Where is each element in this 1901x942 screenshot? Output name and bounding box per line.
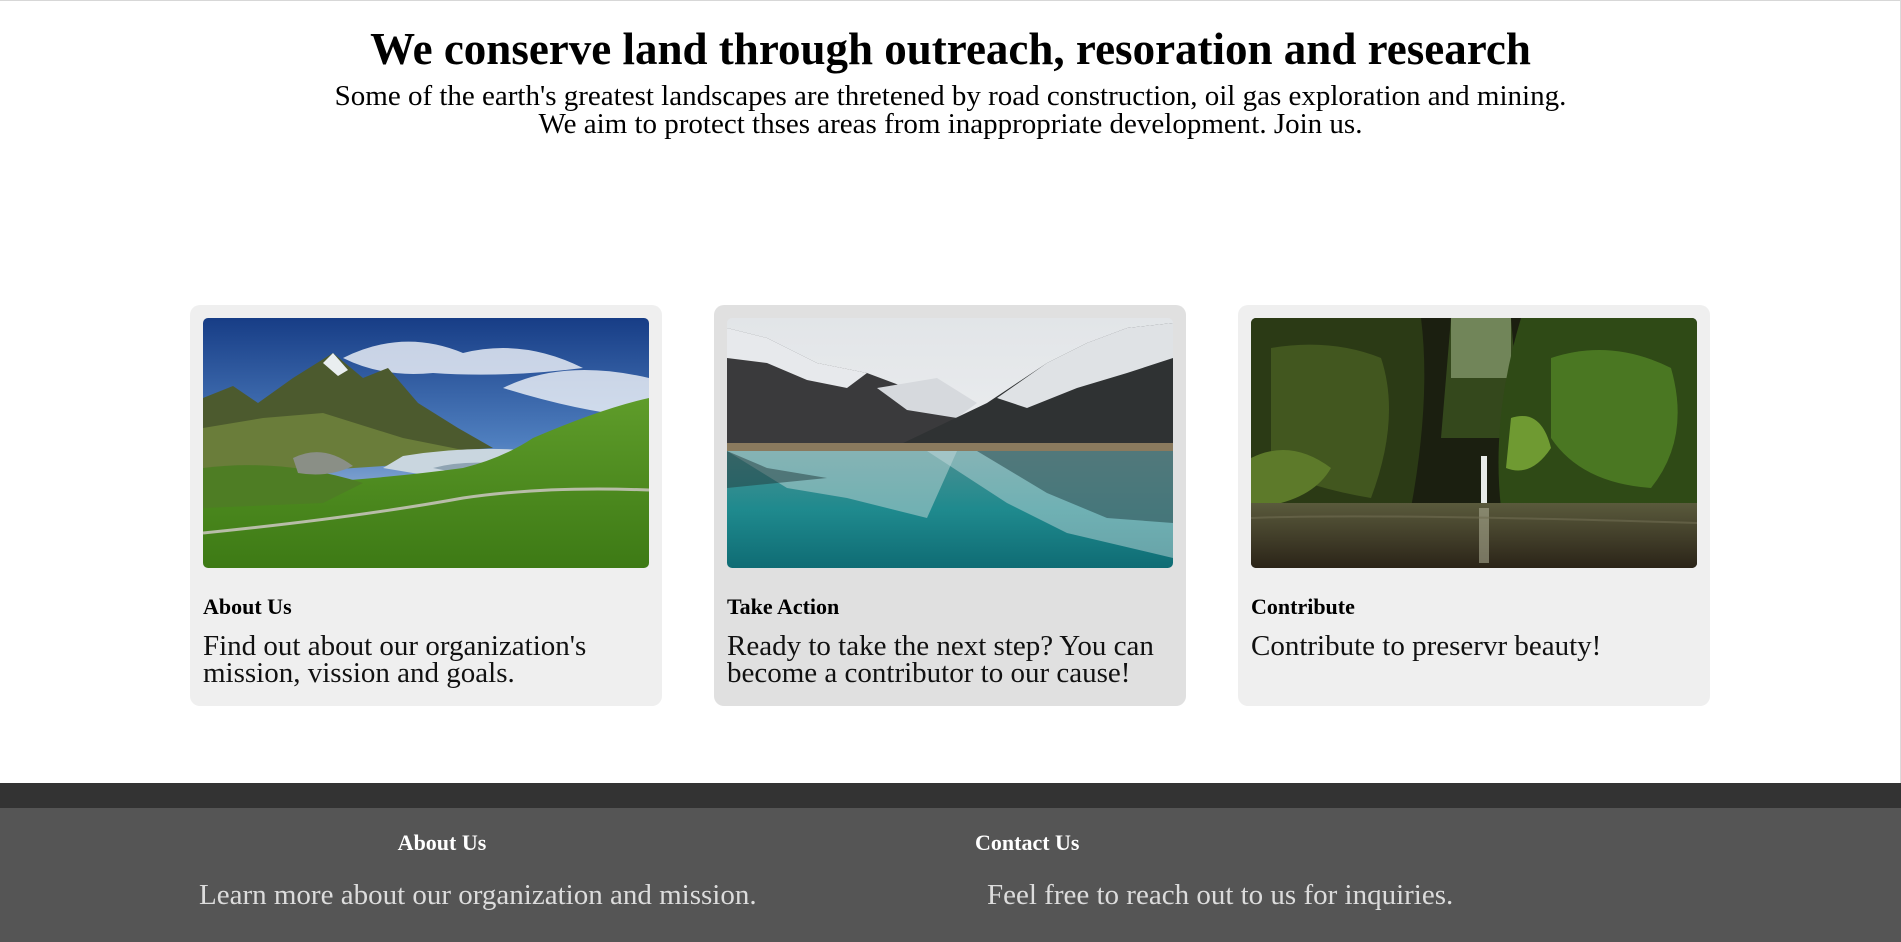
card-title: Take Action [727, 594, 840, 619]
hero-line-2: We aim to protect thses areas from inapp… [538, 108, 1363, 140]
feature-cards: About Us Find out about our organization… [0, 305, 1901, 706]
card-image-mountain-lake[interactable] [727, 318, 1173, 568]
card-image-forest-waterfall[interactable] [1251, 318, 1697, 568]
hero-section: We conserve land through outreach, resor… [0, 18, 1901, 140]
card-about-us[interactable]: About Us Find out about our organization… [190, 305, 662, 706]
footer-top-bar [0, 783, 1901, 808]
card-text: Ready to take the next step? You can bec… [727, 630, 1154, 689]
footer-about-title: About Us [397, 830, 487, 855]
card-text: Find out about our organization's missio… [203, 630, 587, 689]
page: We conserve land through outreach, resor… [0, 0, 1901, 942]
card-image-mountain-valley[interactable] [203, 318, 649, 568]
footer-contact-text[interactable]: Feel free to reach out to us for inquiri… [987, 879, 1453, 911]
card-text: Contribute to preservr beauty! [1251, 630, 1602, 662]
card-title: About Us [203, 594, 292, 619]
hero-description: Some of the earth's greatest landscapes … [0, 82, 1901, 140]
hero-title: We conserve land through outreach, resor… [370, 24, 1531, 74]
footer: About Us Learn more about our organizati… [0, 783, 1901, 942]
card-contribute[interactable]: Contribute Contribute to preservr beauty… [1238, 305, 1710, 706]
footer-contact-title: Contact Us [975, 830, 1080, 855]
top-divider [0, 0, 1901, 1]
footer-about-text[interactable]: Learn more about our organization and mi… [199, 879, 757, 911]
card-take-action[interactable]: Take Action Ready to take the next step?… [714, 305, 1186, 706]
card-title: Contribute [1251, 594, 1355, 619]
